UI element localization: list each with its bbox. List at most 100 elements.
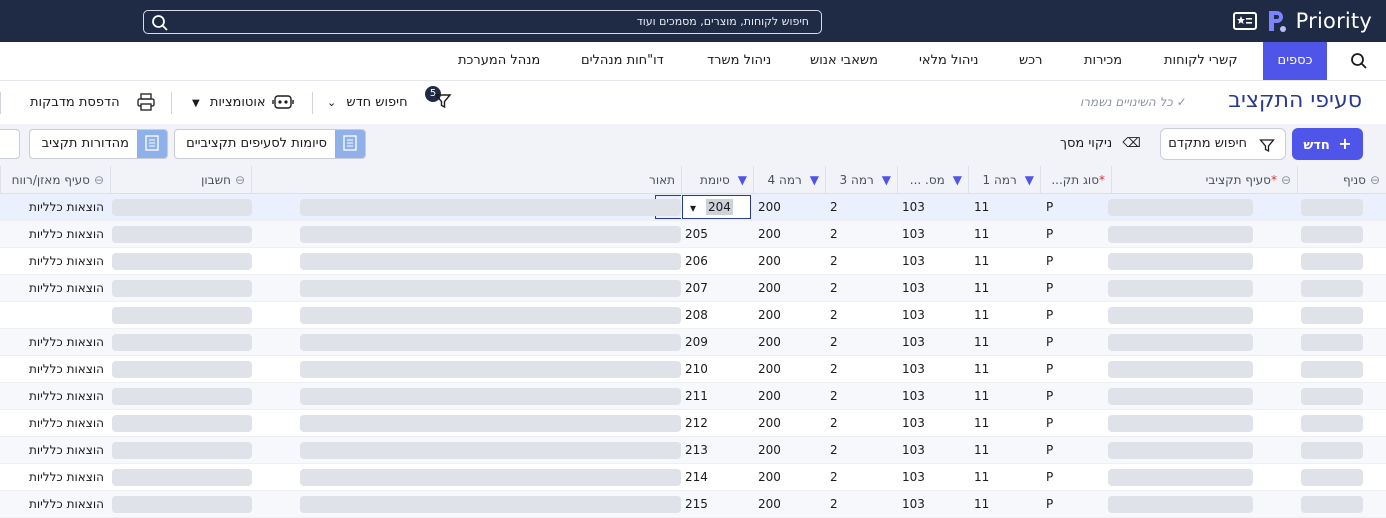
cell-description[interactable] [300,496,681,513]
cell-level3[interactable]: 2 [830,194,838,221]
cell-level4[interactable]: 200 [758,275,781,302]
automations-button[interactable]: אוטומציות ▼ [192,95,266,110]
cell-budget-type[interactable]: P [1046,383,1053,410]
cell-description[interactable] [300,469,681,486]
cell-level1[interactable]: 11 [974,437,989,464]
cell-level3[interactable]: 2 [830,275,838,302]
cell-level1[interactable]: 11 [974,248,989,275]
cell-level3[interactable]: 2 [830,248,838,275]
cell-budget-type[interactable]: P [1046,410,1053,437]
cell-budget-type[interactable]: P [1046,194,1053,221]
cell-branch[interactable] [1301,199,1363,216]
cell-suffix[interactable]: 210 [685,356,708,383]
cell-description[interactable] [300,334,681,351]
cell-description[interactable] [300,280,681,297]
cell-branch[interactable] [1301,496,1363,513]
cell-level3[interactable]: 2 [830,356,838,383]
cell-budget-item[interactable] [1108,388,1253,405]
cell-suffix[interactable]: 211 [685,383,708,410]
clear-screen-button[interactable]: ⌫ ניקוי מסך [1060,136,1141,151]
global-search-input[interactable]: חיפוש לקוחות, מוצרים, מסמכים ועוד [143,10,822,34]
cell-num[interactable]: 103 [902,491,925,518]
table-row[interactable]: P 11 103 2 200 213 הוצאות כלליות [0,437,1386,464]
table-row[interactable]: P 11 103 2 200 206 הוצאות כלליות [0,248,1386,275]
advanced-search-button[interactable]: חיפוש מתקדם [1160,128,1286,160]
cell-budget-type[interactable]: P [1046,275,1053,302]
cell-num[interactable]: 103 [902,302,925,329]
cell-suffix[interactable]: 208 [685,302,708,329]
menu-finance[interactable]: כספים [1263,42,1327,80]
cell-account[interactable] [112,253,252,270]
cell-num[interactable]: 103 [902,329,925,356]
cell-budget-type[interactable]: P [1046,437,1053,464]
cell-level3[interactable]: 2 [830,410,838,437]
table-row[interactable]: P 11 103 2 200 205 הוצאות כלליות [0,221,1386,248]
cell-level4[interactable]: 200 [758,248,781,275]
cell-balance-item[interactable]: הוצאות כלליות [0,329,104,356]
table-row[interactable]: P 11 103 2 200 ▾ 204 הוצאות כלליות [0,194,1386,221]
print-labels-button[interactable]: הדפסת מדבקות [30,95,120,110]
cell-suffix[interactable]: 206 [685,248,708,275]
menu-reports[interactable]: דו"חות מנהלים [581,42,664,80]
cell-suffix[interactable]: 209 [685,329,708,356]
table-row[interactable]: P 11 103 2 200 209 הוצאות כלליות [0,329,1386,356]
cell-account[interactable] [112,307,252,324]
cell-suffix[interactable]: 215 [685,491,708,518]
cell-budget-type[interactable]: P [1046,356,1053,383]
cell-branch[interactable] [1301,280,1363,297]
cell-num[interactable]: 103 [902,275,925,302]
cell-level4[interactable]: 200 [758,302,781,329]
col-budget-item[interactable]: ⊖*סעיף תקציבי [1111,166,1297,194]
suffix-edit-field[interactable]: ▾ 204 [682,195,751,219]
cell-level1[interactable]: 11 [974,302,989,329]
cell-account[interactable] [112,361,252,378]
cell-branch[interactable] [1301,361,1363,378]
new-record-button[interactable]: + חדש [1292,128,1363,160]
cell-budget-type[interactable]: P [1046,464,1053,491]
cell-branch[interactable] [1301,253,1363,270]
menu-admin[interactable]: מנהל המערכת [458,42,540,80]
cell-budget-item[interactable] [1108,280,1253,297]
col-level3[interactable]: ▼ רמה 3 [825,166,897,194]
budget-versions-button[interactable]: מהדורות תקציב [29,129,168,159]
cell-budget-item[interactable] [1108,226,1253,243]
cell-balance-item[interactable]: הוצאות כלליות [0,383,104,410]
cell-num[interactable]: 103 [902,410,925,437]
cell-num[interactable]: 103 [902,464,925,491]
cell-budget-item[interactable] [1108,442,1253,459]
cell-account[interactable] [112,442,252,459]
cell-branch[interactable] [1301,307,1363,324]
menu-sales[interactable]: מכירות [1084,42,1122,80]
cell-account[interactable] [112,334,252,351]
cell-level1[interactable]: 11 [974,221,989,248]
cell-account[interactable] [112,469,252,486]
col-level1[interactable]: ▼ רמה 1 [968,166,1040,194]
cell-balance-item[interactable]: הוצאות כלליות [0,437,104,464]
cell-num[interactable]: 103 [902,356,925,383]
cell-level1[interactable]: 11 [974,356,989,383]
cell-account[interactable] [112,415,252,432]
cell-level4[interactable]: 200 [758,410,781,437]
table-row[interactable]: P 11 103 2 200 207 הוצאות כלליות [0,275,1386,302]
cell-budget-item[interactable] [1108,361,1253,378]
cell-num[interactable]: 103 [902,383,925,410]
cell-level3[interactable]: 2 [830,464,838,491]
cell-balance-item[interactable]: הוצאות כלליות [0,221,104,248]
cell-level3[interactable]: 2 [830,383,838,410]
cell-description[interactable] [300,307,681,324]
cell-level3[interactable]: 2 [830,437,838,464]
table-row[interactable]: P 11 103 2 200 212 הוצאות כלליות [0,410,1386,437]
cell-num[interactable]: 103 [902,248,925,275]
dropdown-arrow-icon[interactable]: ▾ [690,197,696,219]
col-num[interactable]: ▼ מס. ... [897,166,968,194]
cell-account[interactable] [112,496,252,513]
budget-suffixes-button[interactable]: סיומות לסעיפים תקציביים [174,129,366,159]
more-actions-button[interactable] [0,129,20,159]
cell-balance-item[interactable]: הוצאות כלליות [0,194,104,221]
cell-branch[interactable] [1301,469,1363,486]
menu-inventory[interactable]: ניהול מלאי [919,42,978,80]
col-level4[interactable]: ▼ רמה 4 [753,166,825,194]
table-row[interactable]: P 11 103 2 200 208 [0,302,1386,329]
cell-level4[interactable]: 200 [758,329,781,356]
cell-balance-item[interactable]: הוצאות כלליות [0,275,104,302]
